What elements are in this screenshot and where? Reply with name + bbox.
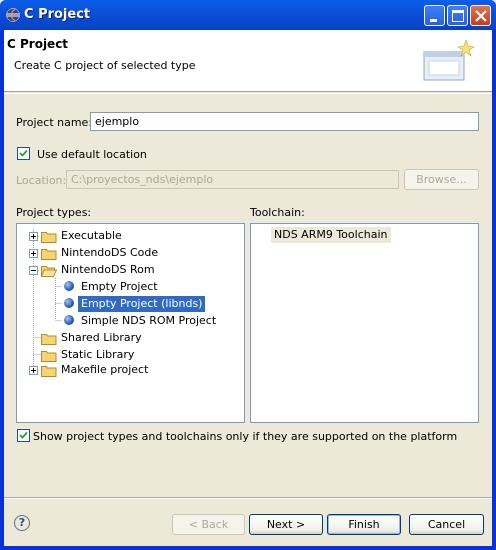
folder-icon — [41, 232, 57, 243]
folder-open-icon — [41, 266, 57, 277]
folder-icon — [41, 351, 57, 362]
browse-button[interactable]: Browse... — [404, 169, 479, 190]
wizard-banner-icon — [423, 39, 475, 81]
maximize-button[interactable] — [447, 5, 468, 26]
location-input[interactable]: C:\proyectos_nds\ejemplo — [66, 170, 399, 189]
toolchain-label: Toolchain: — [250, 206, 305, 219]
minimize-button[interactable] — [424, 5, 445, 26]
dialog-window: C Project C Project Create C project of … — [0, 0, 496, 550]
page-description: Create C project of selected type — [14, 59, 196, 72]
tree-item-empty-project-libnds[interactable]: Empty Project (libnds) — [78, 296, 206, 312]
project-name-input[interactable]: ejemplo — [90, 112, 479, 131]
use-default-location-checkbox[interactable] — [17, 147, 30, 160]
header-separator — [4, 93, 492, 94]
close-button[interactable] — [470, 5, 491, 26]
toolchain-list[interactable]: NDS ARM9 Toolchain — [250, 223, 479, 423]
expand-makefile-project-toggle[interactable] — [29, 366, 38, 375]
checkmark-icon — [19, 431, 28, 439]
use-default-location-label: Use default location — [37, 148, 147, 161]
tree-item-empty-project[interactable]: Empty Project — [81, 279, 158, 295]
tree-item-makefile-project[interactable]: Makefile project — [61, 362, 148, 378]
eclipse-icon — [6, 8, 20, 22]
tree-item-simple-nds-rom-project[interactable]: Simple NDS ROM Project — [81, 313, 216, 329]
tree-item-nintendods-rom[interactable]: NintendoDS Rom — [61, 262, 155, 278]
page-title: C Project — [7, 37, 69, 51]
finish-button[interactable]: Finish — [327, 514, 401, 535]
folder-icon — [41, 366, 57, 377]
tree-item-static-library[interactable]: Static Library — [61, 347, 134, 363]
project-types-tree[interactable]: Executable NintendoDS Code NintendoDS Ro… — [16, 223, 245, 423]
location-label: Location: — [16, 174, 67, 187]
title-bar[interactable]: C Project — [0, 0, 496, 30]
project-name-label: Project name: — [16, 116, 93, 129]
minimize-icon — [430, 19, 437, 22]
bullet-icon — [64, 281, 74, 291]
folder-icon — [41, 249, 57, 260]
next-button[interactable]: Next > — [249, 514, 323, 535]
tree-item-executable[interactable]: Executable — [61, 228, 122, 244]
folder-icon — [41, 334, 57, 345]
wizard-header: C Project Create C project of selected t… — [4, 30, 492, 92]
tree-item-nintendods-code[interactable]: NintendoDS Code — [61, 245, 158, 261]
expand-executable-toggle[interactable] — [29, 232, 38, 241]
help-icon[interactable]: ? — [14, 515, 30, 531]
window-title: C Project — [24, 7, 91, 22]
checkmark-icon — [19, 149, 28, 157]
close-icon — [475, 10, 487, 22]
show-supported-only-checkbox[interactable] — [17, 429, 30, 442]
footer-separator-highlight — [4, 498, 492, 499]
back-button[interactable]: < Back — [172, 514, 245, 535]
project-types-label: Project types: — [16, 206, 92, 219]
collapse-nintendods-rom-toggle[interactable] — [29, 266, 38, 275]
cancel-button[interactable]: Cancel — [409, 514, 484, 535]
show-supported-only-label: Show project types and toolchains only i… — [33, 430, 458, 443]
tree-item-shared-library[interactable]: Shared Library — [61, 330, 142, 346]
bullet-icon — [64, 298, 74, 308]
maximize-icon — [452, 10, 464, 22]
bullet-icon — [64, 315, 74, 325]
toolchain-item-nds-arm9[interactable]: NDS ARM9 Toolchain — [271, 227, 391, 243]
expand-nintendods-code-toggle[interactable] — [29, 249, 38, 258]
dialog-client: C Project Create C project of selected t… — [4, 30, 492, 546]
